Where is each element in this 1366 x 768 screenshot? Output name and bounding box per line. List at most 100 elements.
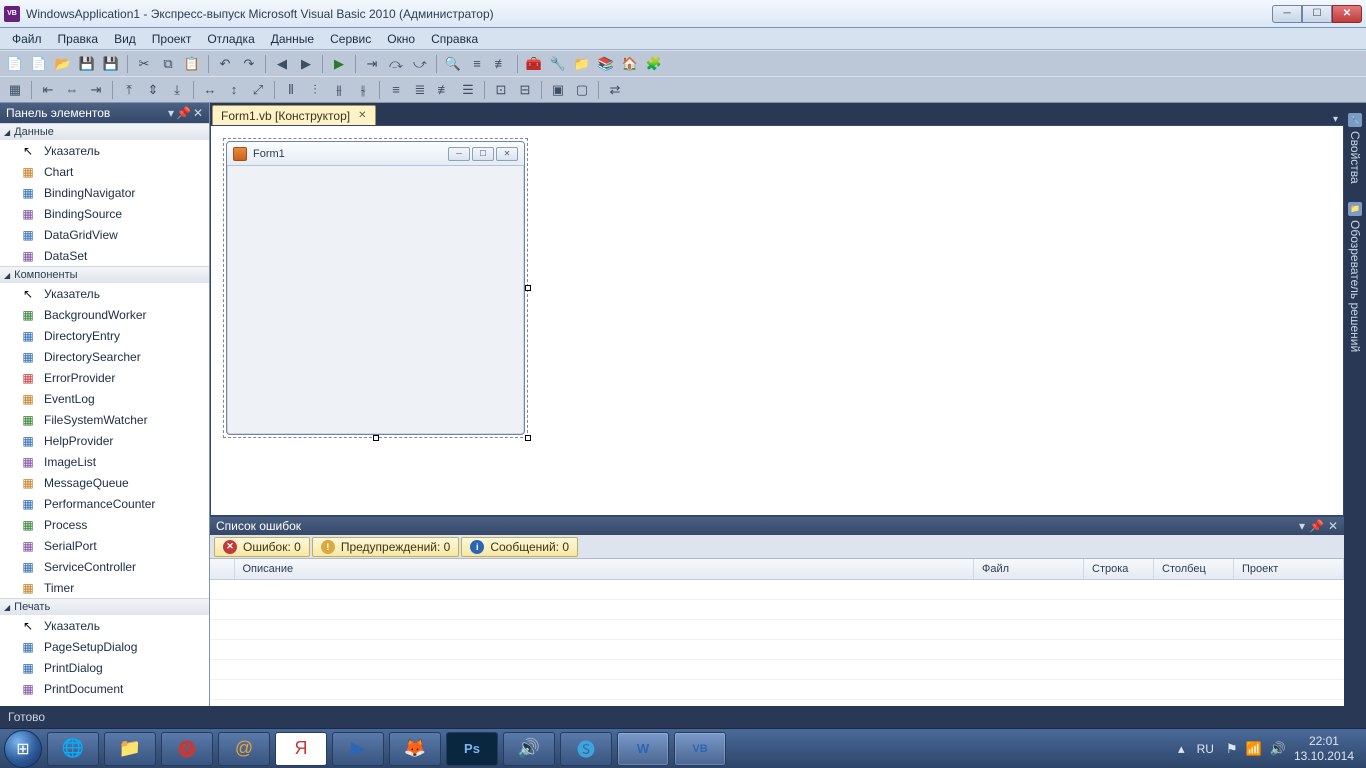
error-list-table[interactable]: ОписаниеФайлСтрокаСтолбецПроект — [210, 559, 1344, 706]
hspace-equal-button[interactable]: ⫴ — [280, 79, 302, 101]
center-h-button[interactable]: ⊡ — [490, 79, 512, 101]
toolbox-item[interactable]: ▦PerformanceCounter — [0, 493, 209, 514]
nav-back-button[interactable]: ◀ — [271, 53, 293, 75]
start-page-button[interactable]: 🏠 — [619, 53, 641, 75]
task-yandex2[interactable]: Я — [275, 732, 327, 766]
menu-сервис[interactable]: Сервис — [322, 30, 379, 48]
find-button[interactable]: 🔍 — [442, 53, 464, 75]
align-left-button[interactable]: ⇤ — [37, 79, 59, 101]
toolbox-item[interactable]: ↖Указатель — [0, 140, 209, 161]
toolbox-close-icon[interactable]: ✕ — [193, 106, 203, 120]
minimize-button[interactable]: ─ — [1272, 5, 1302, 23]
toolbox-item[interactable]: ↖Указатель — [0, 615, 209, 636]
toolbox-item[interactable]: ▦PrintDialog — [0, 657, 209, 678]
toolbox-item[interactable]: ▦Chart — [0, 161, 209, 182]
menu-файл[interactable]: Файл — [4, 30, 50, 48]
tray-clock[interactable]: 22:01 13.10.2014 — [1294, 734, 1354, 763]
cut-button[interactable]: ✂ — [133, 53, 155, 75]
error-column-header[interactable]: Файл — [974, 559, 1084, 580]
align-bottom-button[interactable]: ⤓ — [166, 79, 188, 101]
toolbox-item[interactable]: ▦Process — [0, 514, 209, 535]
error-column-header[interactable]: Столбец — [1154, 559, 1234, 580]
toolbox-item[interactable]: ▦HelpProvider — [0, 430, 209, 451]
solution-button[interactable]: 📁 — [571, 53, 593, 75]
toolbox-pin-icon[interactable]: 📌 — [176, 106, 191, 120]
align-grid-button[interactable]: ▦ — [4, 79, 26, 101]
properties-tab[interactable]: 🔧 Свойства — [1346, 107, 1364, 190]
menu-вид[interactable]: Вид — [106, 30, 144, 48]
copy-button[interactable]: ⧉ — [157, 53, 179, 75]
toolbox-item[interactable]: ▦SerialPort — [0, 535, 209, 556]
step-over-button[interactable]: ⤼ — [385, 53, 407, 75]
same-size-button[interactable]: ⤢ — [247, 79, 269, 101]
toolbox-dropdown-icon[interactable]: ▾ — [168, 106, 174, 120]
menu-отладка[interactable]: Отладка — [199, 30, 262, 48]
toolbox-item[interactable]: ▦MessageQueue — [0, 472, 209, 493]
toolbox-item[interactable]: ↖Указатель — [0, 283, 209, 304]
toolbox-button[interactable]: 🧰 — [523, 53, 545, 75]
task-firefox[interactable]: 🦊 — [389, 732, 441, 766]
paste-button[interactable]: 📋 — [181, 53, 203, 75]
hspace-dec-button[interactable]: ⫵ — [328, 79, 350, 101]
tray-language[interactable]: RU — [1193, 740, 1218, 758]
step-into-button[interactable]: ⇥ — [361, 53, 383, 75]
menu-проект[interactable]: Проект — [144, 30, 200, 48]
vspace-remove-button[interactable]: ☰ — [457, 79, 479, 101]
task-skype[interactable]: 🅢 — [560, 732, 612, 766]
task-volume[interactable]: 🔊 — [503, 732, 555, 766]
hspace-inc-button[interactable]: ⫶ — [304, 79, 326, 101]
new-project-button[interactable]: 📄 — [4, 53, 26, 75]
toolbox-item[interactable]: ▦PageSetupDialog — [0, 636, 209, 657]
same-width-button[interactable]: ↔ — [199, 79, 221, 101]
resize-handle-s[interactable] — [373, 435, 379, 441]
toolbox-item[interactable]: ▦DirectoryEntry — [0, 325, 209, 346]
task-photoshop[interactable]: Ps — [446, 732, 498, 766]
warnings-filter-button[interactable]: ! Предупреждений: 0 — [312, 537, 460, 557]
tray-volume-icon[interactable]: 🔊 — [1270, 741, 1286, 757]
uncomment-button[interactable]: ≢ — [490, 53, 512, 75]
center-v-button[interactable]: ⊟ — [514, 79, 536, 101]
menu-справка[interactable]: Справка — [423, 30, 486, 48]
obj-browser-button[interactable]: 📚 — [595, 53, 617, 75]
toolbox-group[interactable]: ◢Данные — [0, 123, 209, 140]
doc-tab-form1[interactable]: Form1.vb [Конструктор] ✕ — [212, 105, 376, 125]
task-yandex[interactable]: 🅨 — [161, 732, 213, 766]
toolbox-group[interactable]: ◢Печать — [0, 598, 209, 615]
same-height-button[interactable]: ↕ — [223, 79, 245, 101]
maximize-button[interactable]: ☐ — [1302, 5, 1332, 23]
align-center-button[interactable]: ⇔ — [61, 79, 83, 101]
menu-правка[interactable]: Правка — [50, 30, 107, 48]
error-list-close-icon[interactable]: ✕ — [1328, 519, 1338, 533]
step-out-button[interactable]: ⤻ — [409, 53, 431, 75]
errors-filter-button[interactable]: ✕ Ошибок: 0 — [214, 537, 310, 557]
toolbox-item[interactable]: ▦DataGridView — [0, 224, 209, 245]
align-right-button[interactable]: ⇥ — [85, 79, 107, 101]
save-all-button[interactable]: 💾 — [100, 53, 122, 75]
messages-filter-button[interactable]: i Сообщений: 0 — [461, 537, 578, 557]
undo-button[interactable]: ↶ — [214, 53, 236, 75]
tray-action-center-icon[interactable]: ⚑ — [1226, 741, 1238, 757]
error-list-dropdown-icon[interactable]: ▾ — [1299, 519, 1305, 533]
error-column-header[interactable]: Описание — [234, 559, 974, 580]
props-button[interactable]: 🔧 — [547, 53, 569, 75]
nav-forward-button[interactable]: ▶ — [295, 53, 317, 75]
vspace-dec-button[interactable]: ≢ — [433, 79, 455, 101]
resize-handle-se[interactable] — [525, 435, 531, 441]
extensions-button[interactable]: 🧩 — [643, 53, 665, 75]
menu-окно[interactable]: Окно — [379, 30, 423, 48]
task-visualstudio[interactable]: VB — [674, 732, 726, 766]
toolbox-body[interactable]: ◢Данные↖Указатель▦Chart▦BindingNavigator… — [0, 123, 209, 706]
toolbox-item[interactable]: ▦PrintDocument — [0, 678, 209, 699]
toolbox-item[interactable]: ▦ImageList — [0, 451, 209, 472]
toolbox-item[interactable]: ▦BindingSource — [0, 203, 209, 224]
toolbox-item[interactable]: ▦BackgroundWorker — [0, 304, 209, 325]
toolbox-group[interactable]: ◢Компоненты — [0, 266, 209, 283]
tray-network-icon[interactable]: 📶 — [1246, 741, 1262, 757]
save-button[interactable]: 💾 — [76, 53, 98, 75]
toolbox-item[interactable]: ▦ServiceController — [0, 556, 209, 577]
form-window[interactable]: Form1 ─ ☐ ✕ — [226, 141, 525, 435]
task-chrome[interactable]: 🌐 — [47, 732, 99, 766]
task-media[interactable]: ▶ — [332, 732, 384, 766]
open-button[interactable]: 📂 — [52, 53, 74, 75]
toolbox-item[interactable]: ▦ErrorProvider — [0, 367, 209, 388]
